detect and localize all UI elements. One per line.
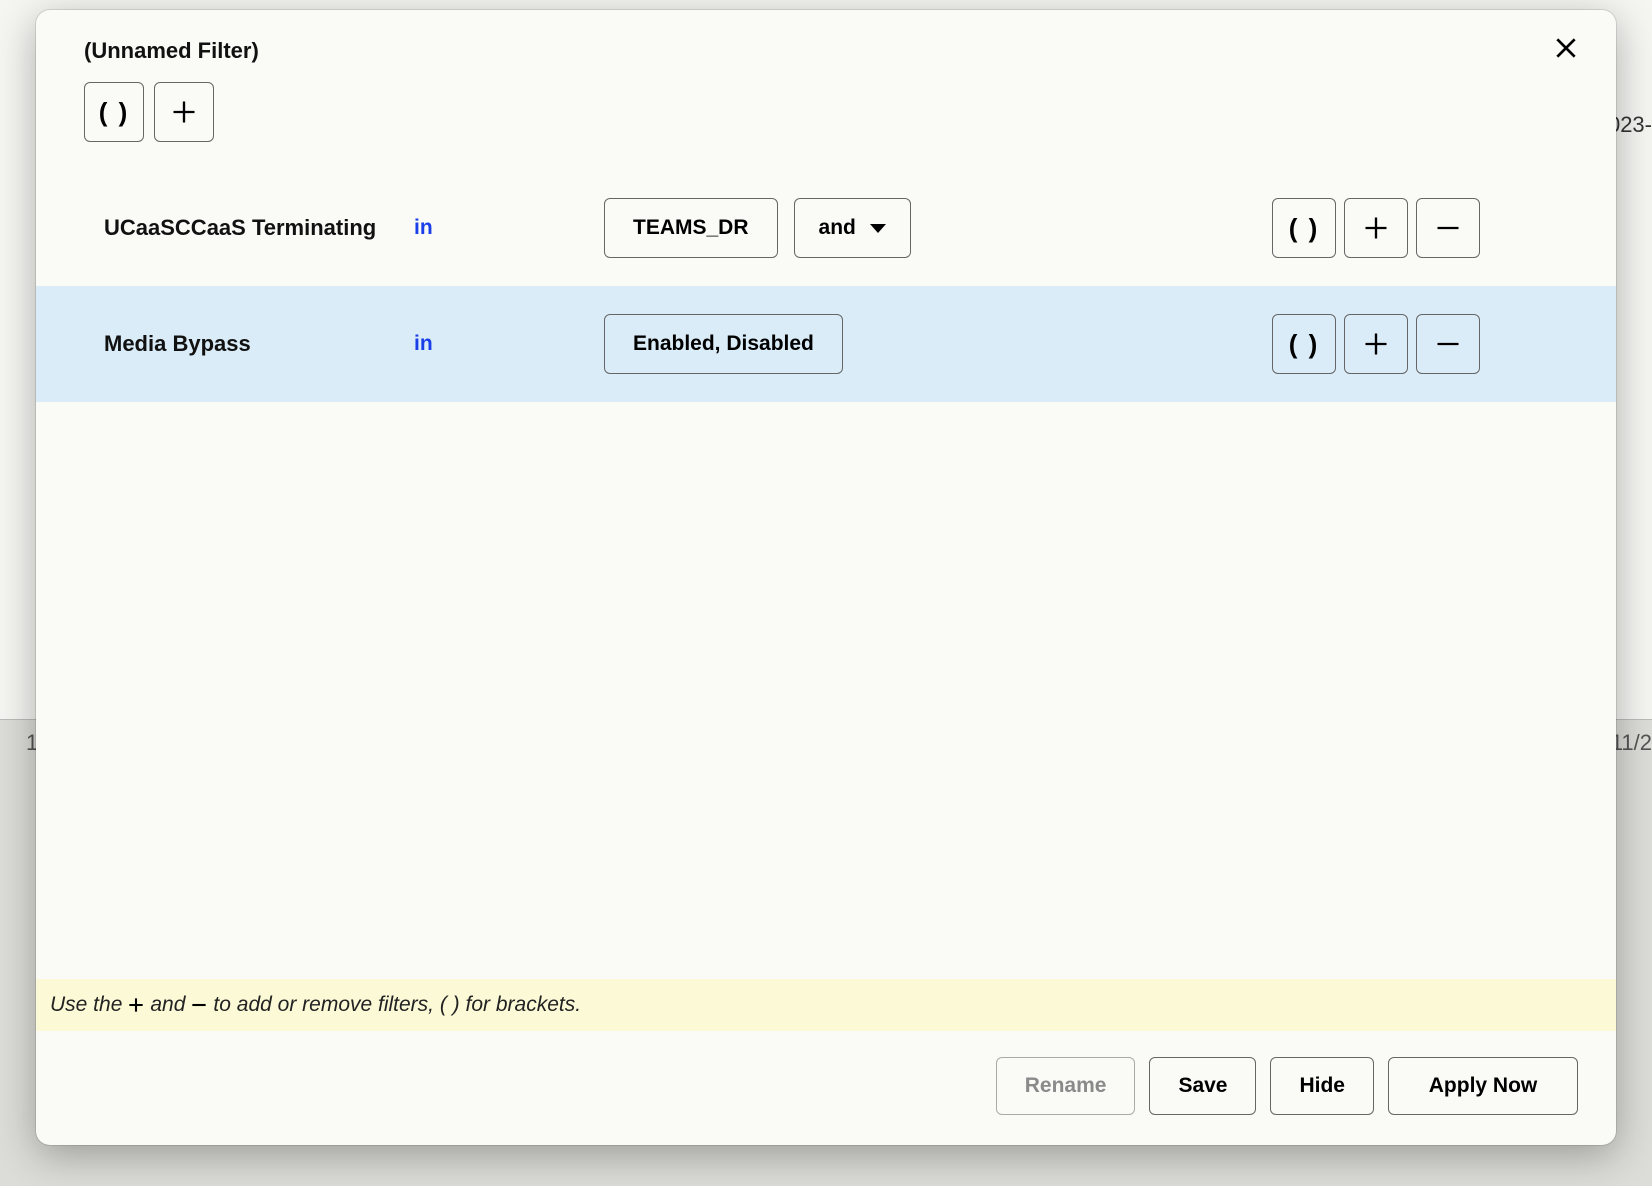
modal-footer: Rename Save Hide Apply Now bbox=[36, 1031, 1616, 1145]
row-actions: ( ) bbox=[1272, 314, 1568, 374]
minus-icon bbox=[1434, 214, 1462, 242]
add-filter-button[interactable] bbox=[154, 82, 214, 142]
filter-modal: (Unnamed Filter) ( ) UCaaSCCaaS Terminat… bbox=[36, 10, 1616, 1145]
apply-now-button[interactable]: Apply Now bbox=[1388, 1057, 1578, 1115]
help-text: and bbox=[150, 993, 185, 1017]
brackets-icon: ( ) bbox=[1289, 213, 1320, 244]
row-add-button[interactable] bbox=[1344, 314, 1408, 374]
plus-icon bbox=[126, 995, 146, 1015]
operator[interactable]: in bbox=[414, 216, 594, 240]
filter-title: (Unnamed Filter) bbox=[84, 38, 1578, 64]
value-area: Enabled, Disabled bbox=[604, 314, 1262, 374]
toolbar: ( ) bbox=[84, 82, 1578, 142]
brackets-button[interactable]: ( ) bbox=[84, 82, 144, 142]
logic-operator-dropdown[interactable]: and bbox=[794, 198, 911, 258]
hide-button[interactable]: Hide bbox=[1270, 1057, 1374, 1115]
filter-body: UCaaSCCaaS Terminating in TEAMS_DR and (… bbox=[36, 152, 1616, 979]
minus-icon bbox=[1434, 330, 1462, 358]
row-actions: ( ) bbox=[1272, 198, 1568, 258]
field-name[interactable]: Media Bypass bbox=[104, 331, 404, 357]
field-name[interactable]: UCaaSCCaaS Terminating bbox=[104, 215, 404, 241]
save-button[interactable]: Save bbox=[1149, 1057, 1256, 1115]
row-add-button[interactable] bbox=[1344, 198, 1408, 258]
help-bar: Use the and to add or remove filters, ( … bbox=[36, 979, 1616, 1031]
brackets-icon: ( ) bbox=[1289, 329, 1320, 360]
help-text: Use the bbox=[50, 993, 122, 1017]
operator[interactable]: in bbox=[414, 332, 594, 356]
minus-icon bbox=[189, 995, 209, 1015]
brackets-icon: ( ) bbox=[99, 97, 130, 128]
help-text: to add or remove filters, ( ) for bracke… bbox=[213, 993, 581, 1017]
filter-row: UCaaSCCaaS Terminating in TEAMS_DR and (… bbox=[36, 170, 1616, 286]
filter-value-button[interactable]: Enabled, Disabled bbox=[604, 314, 843, 374]
rename-button: Rename bbox=[996, 1057, 1136, 1115]
filter-row: Media Bypass in Enabled, Disabled ( ) bbox=[36, 286, 1616, 402]
close-icon bbox=[1553, 35, 1579, 61]
chevron-down-icon bbox=[870, 224, 886, 233]
row-brackets-button[interactable]: ( ) bbox=[1272, 198, 1336, 258]
close-button[interactable] bbox=[1546, 28, 1586, 68]
row-remove-button[interactable] bbox=[1416, 314, 1480, 374]
row-brackets-button[interactable]: ( ) bbox=[1272, 314, 1336, 374]
backdrop-text: 11/2 bbox=[1611, 730, 1652, 756]
row-remove-button[interactable] bbox=[1416, 198, 1480, 258]
plus-icon bbox=[170, 98, 198, 126]
logic-label: and bbox=[819, 216, 856, 240]
value-area: TEAMS_DR and bbox=[604, 198, 1262, 258]
filter-value-button[interactable]: TEAMS_DR bbox=[604, 198, 778, 258]
modal-header: (Unnamed Filter) ( ) bbox=[36, 10, 1616, 152]
plus-icon bbox=[1362, 214, 1390, 242]
plus-icon bbox=[1362, 330, 1390, 358]
